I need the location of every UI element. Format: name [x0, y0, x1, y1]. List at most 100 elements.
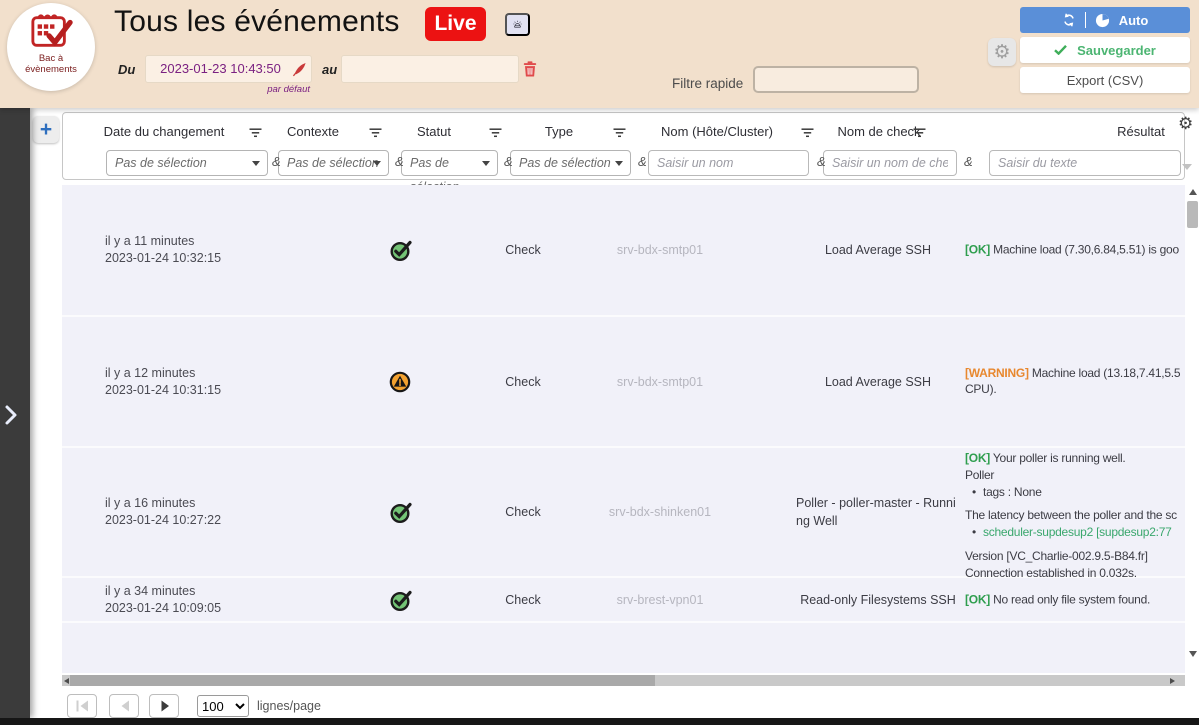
result-text: tags : None — [983, 485, 1042, 499]
date-from-input[interactable]: 2023-01-23 10:43:50 — [145, 55, 312, 83]
filter-select-2[interactable]: Pas de sélection — [278, 150, 389, 176]
check-icon — [1054, 45, 1067, 55]
filter-input-5[interactable] — [648, 150, 809, 176]
event-type: Check — [505, 505, 540, 519]
divider — [1085, 12, 1086, 28]
event-result: [OK] Your poller is running well.Poller t… — [965, 450, 1185, 582]
result-text: Poller — [965, 468, 994, 482]
date-to-input[interactable] — [341, 55, 519, 83]
event-row[interactable]: il y a 16 minutes2023-01-24 10:27:22 Chec… — [62, 448, 1185, 576]
column-header-7: Résultat — [1117, 124, 1165, 139]
result-status-badge: [WARNING] — [965, 366, 1029, 380]
rows-per-page-label: lignes/page — [257, 699, 321, 713]
save-button[interactable]: Sauvegarder — [1020, 37, 1190, 63]
date-from-value: 2023-01-23 10:43:50 — [146, 56, 311, 82]
vertical-scrollbar-thumb[interactable] — [1187, 201, 1198, 228]
filter-joiner: & — [272, 154, 281, 169]
page-title: Tous les événements — [114, 5, 400, 39]
scroll-right-arrow[interactable] — [1170, 678, 1175, 684]
sidebar-expand-button[interactable] — [3, 404, 19, 429]
result-text: Machine load (13.18,7.41,5.5 — [1032, 366, 1180, 380]
auto-refresh-button[interactable]: Auto — [1020, 7, 1190, 33]
next-page-button[interactable] — [149, 694, 179, 718]
quick-filter-input[interactable] — [753, 66, 919, 93]
app-logo: Bac à évènements — [7, 3, 95, 91]
column-filter-icon[interactable] — [913, 126, 926, 141]
status-warning-icon — [389, 371, 411, 393]
event-host: srv-bdx-shinken01 — [609, 505, 711, 519]
left-sidebar — [0, 108, 30, 718]
event-timestamp: 2023-01-24 10:09:05 — [105, 600, 221, 617]
previous-page-icon — [119, 700, 130, 712]
event-type: Check — [505, 375, 540, 389]
event-host: srv-bdx-smtp01 — [617, 375, 703, 389]
filter-select-1[interactable]: Pas de sélection — [106, 150, 268, 176]
result-text: Version [VC_Charlie-002.9.5-B84.fr] — [965, 549, 1148, 563]
siren-button[interactable] — [505, 13, 530, 36]
event-check-name: Read-only Filesystems SSH — [800, 590, 956, 608]
event-row[interactable]: il y a 12 minutes2023-01-24 10:31:15 Chec… — [62, 317, 1185, 446]
column-filter-icon[interactable] — [489, 126, 502, 141]
scroll-down-arrow[interactable] — [1189, 651, 1197, 657]
filter-joiner: & — [395, 154, 404, 169]
event-row[interactable]: il y a 11 minutes2023-01-24 10:32:15Chec… — [62, 185, 1185, 315]
horizontal-scrollbar-thumb[interactable] — [70, 675, 655, 686]
result-text: No read only file system found. — [993, 592, 1150, 606]
result-spacer — [965, 541, 1185, 548]
event-timestamp: 2023-01-24 10:27:22 — [105, 512, 221, 529]
clear-dates-button[interactable] — [521, 61, 539, 79]
result-spacer — [965, 500, 1185, 507]
siren-icon — [513, 17, 522, 32]
column-header-6: Nom de check — [837, 124, 920, 139]
column-caret-icon[interactable] — [1182, 164, 1192, 170]
event-result: [WARNING] Machine load (13.18,7.41,5.5CP… — [965, 365, 1185, 399]
settings-button[interactable]: ⚙ — [988, 38, 1016, 66]
page-size-select[interactable]: 100 — [197, 695, 249, 717]
column-filter-icon[interactable] — [613, 126, 626, 141]
filter-input-6[interactable] — [823, 150, 957, 176]
column-header-1: Date du changement — [104, 124, 225, 139]
horizontal-scrollbar[interactable] — [62, 675, 1185, 686]
edit-quill-icon[interactable] — [292, 62, 307, 82]
column-filter-icon[interactable] — [801, 126, 814, 141]
filter-select-4[interactable]: Pas de sélection — [510, 150, 631, 176]
column-filter-icon[interactable] — [369, 126, 382, 141]
event-result: [OK] No read only file system found. — [965, 591, 1185, 608]
event-row[interactable]: il y a 34 minutes2023-01-24 10:09:05Chec… — [62, 578, 1185, 621]
add-filter-button[interactable]: + — [33, 116, 59, 143]
export-button-label: Export (CSV) — [1067, 73, 1144, 88]
scroll-up-arrow[interactable] — [1189, 189, 1197, 195]
filter-input-7[interactable] — [989, 150, 1181, 176]
first-page-button[interactable] — [67, 694, 97, 718]
scroll-left-arrow[interactable] — [64, 678, 69, 684]
event-relative-time: il y a 11 minutes — [105, 233, 221, 250]
event-table: il y a 11 minutes2023-01-24 10:32:15 Chec… — [62, 185, 1185, 673]
column-header-4: Type — [545, 124, 573, 139]
calendar-logo-icon — [28, 11, 74, 53]
column-filter-icon[interactable] — [249, 126, 262, 141]
event-timestamp: 2023-01-24 10:32:15 — [105, 250, 221, 267]
date-from-label: Du — [118, 62, 135, 77]
event-date: il y a 11 minutes2023-01-24 10:32:15 — [105, 233, 221, 268]
event-date: il y a 12 minutes2023-01-24 10:31:15 — [105, 364, 221, 399]
trash-icon — [523, 61, 537, 77]
refresh-icon — [1062, 13, 1076, 27]
event-date: il y a 16 minutes2023-01-24 10:27:22 — [105, 495, 221, 530]
result-line: [OK] Your poller is running well. — [965, 450, 1185, 467]
result-status-badge: [OK] — [965, 243, 990, 257]
logo-caption: Bac à évènements — [7, 54, 95, 75]
status-ok-icon — [389, 500, 413, 524]
table-filler — [62, 623, 1185, 673]
table-settings-button[interactable]: ⚙ — [1178, 114, 1193, 134]
event-result: [OK] Machine load (7.30,6.84,5.51) is go… — [965, 242, 1185, 259]
result-text[interactable]: scheduler-supdesup2 [supdesup2:77 — [983, 525, 1172, 539]
previous-page-button[interactable] — [109, 694, 139, 718]
export-csv-button[interactable]: Export (CSV) — [1020, 67, 1190, 93]
filter-joiner: & — [817, 154, 826, 169]
result-status-badge: [OK] — [965, 451, 990, 465]
event-relative-time: il y a 12 minutes — [105, 364, 221, 381]
event-relative-time: il y a 34 minutes — [105, 582, 221, 599]
filter-select-3[interactable]: Pas de sélection — [401, 150, 498, 176]
live-badge[interactable]: Live — [425, 7, 486, 41]
filter-joiner: & — [504, 154, 513, 169]
